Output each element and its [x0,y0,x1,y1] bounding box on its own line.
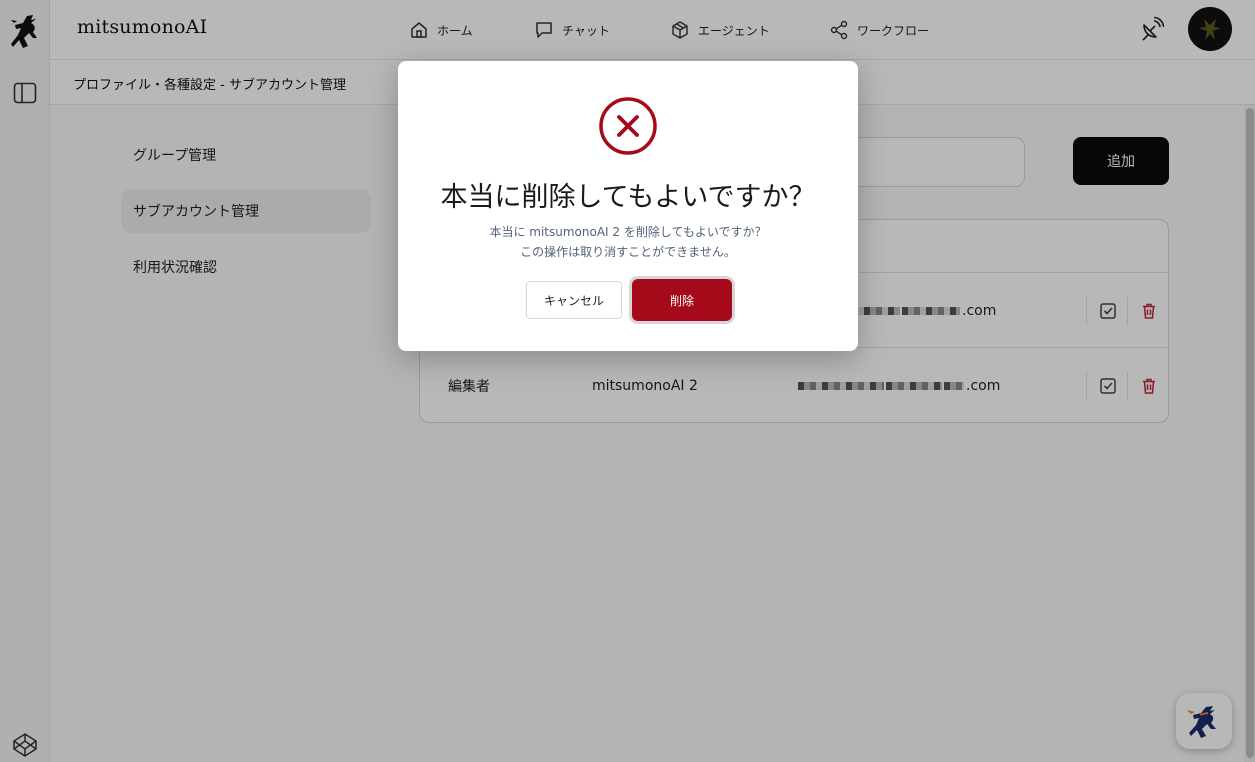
dialog-title: 本当に削除してもよいですか？ [440,182,816,213]
delete-button[interactable]: 削除 [632,279,732,321]
dialog-warning: この操作は取り消すことができません。 [520,245,736,259]
cancel-button[interactable]: キャンセル [526,281,622,319]
error-circle-x-icon [599,97,657,155]
dialog-message: 本当に mitsumonoAI 2 を削除してもよいですか？ [489,225,767,239]
confirm-delete-dialog: 本当に削除してもよいですか？ 本当に mitsumonoAI 2 を削除してもよ… [398,61,858,351]
